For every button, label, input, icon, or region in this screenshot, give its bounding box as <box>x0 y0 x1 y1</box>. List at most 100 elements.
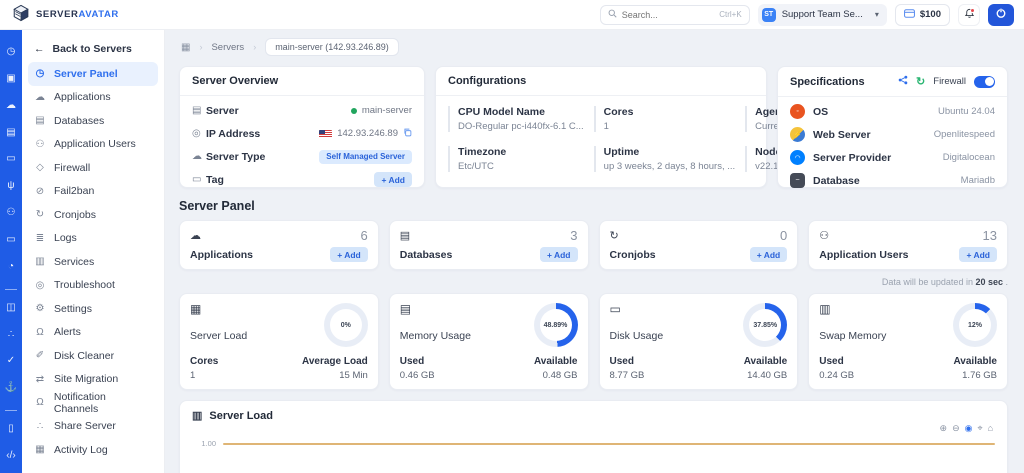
add-tag-button[interactable]: + Add <box>374 172 412 187</box>
shield-icon: ◇ <box>34 162 46 173</box>
copy-icon[interactable] <box>403 128 412 140</box>
panel-card-application-users[interactable]: ⚇13Application Users+ Add <box>808 220 1008 270</box>
sidebar-item-label: Notification Channels <box>54 391 152 415</box>
zoom-out-icon[interactable]: ⊖ <box>952 423 960 434</box>
activity-icon: ▦ <box>34 444 46 455</box>
config-label: Uptime <box>604 146 736 158</box>
reset-home-icon[interactable]: ⌂ <box>988 423 993 434</box>
databases-icon[interactable]: ▤ <box>6 123 15 150</box>
server-name-value: main-server <box>362 105 412 116</box>
services-icon: ▥ <box>34 256 46 267</box>
metric-left-label: Cores <box>190 356 218 367</box>
users-icon[interactable]: ⚇ <box>7 203 16 230</box>
pan-icon[interactable]: ⌖ <box>977 423 982 434</box>
back-label: Back to Servers <box>53 43 132 55</box>
sidebar-menu: ◷Server Panel☁Applications▤Databases⚇App… <box>28 62 158 462</box>
network-icon[interactable]: ψ <box>7 176 14 203</box>
global-search[interactable]: Ctrl+K <box>600 5 750 25</box>
share-nodes-icon[interactable]: ∴ <box>8 325 14 352</box>
ip-address-value: 142.93.246.89 <box>337 128 398 139</box>
breadcrumb-current-server[interactable]: main-server (142.93.246.89) <box>265 38 399 56</box>
mobile-icon[interactable]: ▯ <box>8 419 14 446</box>
sidebar-item-logs[interactable]: ≣Logs <box>28 227 158 251</box>
troubleshoot-icon: ◎ <box>34 280 46 291</box>
sidebar-item-label: Applications <box>54 91 111 103</box>
firewall-toggle[interactable] <box>974 76 995 88</box>
check-circle-icon[interactable]: ✓ <box>7 351 15 378</box>
databases-icon: ▤ <box>400 229 410 242</box>
card-label: Cronjobs <box>610 249 656 261</box>
panel-card-cronjobs[interactable]: ↻0Cronjobs+ Add <box>599 220 799 270</box>
panel-card-databases[interactable]: ▤3Databases+ Add <box>389 220 589 270</box>
clock-icon[interactable]: ◔ <box>8 257 14 284</box>
card-label: Application Users <box>819 249 908 261</box>
overview-row-tag: ▭ Tag + Add <box>192 168 412 191</box>
sidebar-item-label: Application Users <box>54 138 136 150</box>
metric-left-value: 0.46 GB <box>400 370 435 381</box>
sidebar-item-activity-log[interactable]: ▦Activity Log <box>28 438 158 462</box>
grid-icon[interactable]: ▦ <box>181 42 190 53</box>
sidebar-item-cronjobs[interactable]: ↻Cronjobs <box>28 203 158 227</box>
server-panel-section-title: Server Panel <box>179 199 1008 213</box>
count-value: 3 <box>570 228 577 243</box>
location-pin-icon: ◎ <box>192 128 206 139</box>
team-dropdown[interactable]: ST Support Team Se... ▾ <box>758 4 887 26</box>
applications-icon[interactable]: ☁ <box>6 96 16 123</box>
sidebar-item-application-users[interactable]: ⚇Application Users <box>28 133 158 157</box>
metric-right-label: Available <box>744 356 788 367</box>
sidebar-item-services[interactable]: ▥Services <box>28 250 158 274</box>
code-icon[interactable]: ‹/› <box>6 446 15 473</box>
sidebar-item-fail2ban[interactable]: ⊘Fail2ban <box>28 180 158 204</box>
sidebar-item-troubleshoot[interactable]: ◎Troubleshoot <box>28 274 158 298</box>
sidebar-item-applications[interactable]: ☁Applications <box>28 86 158 110</box>
applications-icon: ☁ <box>190 229 201 242</box>
notifications-button[interactable] <box>958 4 980 26</box>
zoom-in-icon[interactable]: ⊕ <box>940 423 948 434</box>
mariadb-logo-icon: ~ <box>790 173 805 188</box>
chart-toolbar: ⊕ ⊖ ◉ ⌖ ⌂ <box>940 423 993 434</box>
refresh-icon[interactable]: ↻ <box>916 75 925 88</box>
search-input[interactable] <box>622 10 715 20</box>
selection-zoom-icon[interactable]: ◉ <box>965 423 973 434</box>
sidebar-item-firewall[interactable]: ◇Firewall <box>28 156 158 180</box>
sidebar-item-label: Settings <box>54 303 92 315</box>
breadcrumb: ▦ › Servers › main-server (142.93.246.89… <box>165 30 1024 58</box>
brand-logo[interactable]: SERVERAVATAR <box>12 4 162 25</box>
chart-icon[interactable]: ◫ <box>6 298 15 325</box>
team-avatar: ST <box>762 8 776 22</box>
back-to-servers-button[interactable]: ← Back to Servers <box>28 36 158 62</box>
add-applications-button[interactable]: + Add <box>330 247 368 262</box>
sidebar-item-server-panel[interactable]: ◷Server Panel <box>28 62 158 86</box>
sidebar-item-alerts[interactable]: ΩAlerts <box>28 321 158 345</box>
breadcrumb-servers[interactable]: Servers <box>211 42 244 53</box>
sidebar-item-databases[interactable]: ▤Databases <box>28 109 158 133</box>
add-application-users-button[interactable]: + Add <box>959 247 997 262</box>
share-icon[interactable] <box>898 75 908 88</box>
sidebar-item-notification-channels[interactable]: ΩNotification Channels <box>28 391 158 415</box>
disk-icon[interactable]: ▭ <box>6 149 15 176</box>
power-button[interactable] <box>988 4 1014 26</box>
chart-plot-area[interactable]: 1.00 <box>192 439 995 448</box>
gauge-icon[interactable]: ◷ <box>7 42 16 69</box>
donut-percent: 37.85% <box>753 322 777 329</box>
add-databases-button[interactable]: + Add <box>540 247 578 262</box>
add-cronjobs-button[interactable]: + Add <box>750 247 788 262</box>
spec-label: Server Provider <box>813 152 891 164</box>
database-icon: ▤ <box>34 115 46 126</box>
anchor-icon[interactable]: ⚓ <box>5 378 17 405</box>
sidebar-item-site-migration[interactable]: ⇄Site Migration <box>28 368 158 392</box>
firewall-toggle-label: Firewall <box>933 76 966 87</box>
billing-card-icon[interactable]: ▭ <box>6 230 15 257</box>
sidebar-item-label: Alerts <box>54 326 81 338</box>
server-type-badge: Self Managed Server <box>319 150 412 164</box>
donut-chart: 48.89% <box>534 303 578 347</box>
sidebar-item-settings[interactable]: ⚙Settings <box>28 297 158 321</box>
ubuntu-logo-icon: ◦ <box>790 104 805 119</box>
migration-icon: ⇄ <box>34 374 46 385</box>
panel-icon[interactable]: ▣ <box>6 69 15 96</box>
sidebar-item-disk-cleaner[interactable]: ✐Disk Cleaner <box>28 344 158 368</box>
credit-balance-button[interactable]: $100 <box>895 4 950 26</box>
sidebar-item-share-server[interactable]: ∴Share Server <box>28 415 158 439</box>
sidebar-item-label: Cronjobs <box>54 209 96 221</box>
panel-card-applications[interactable]: ☁6Applications+ Add <box>179 220 379 270</box>
